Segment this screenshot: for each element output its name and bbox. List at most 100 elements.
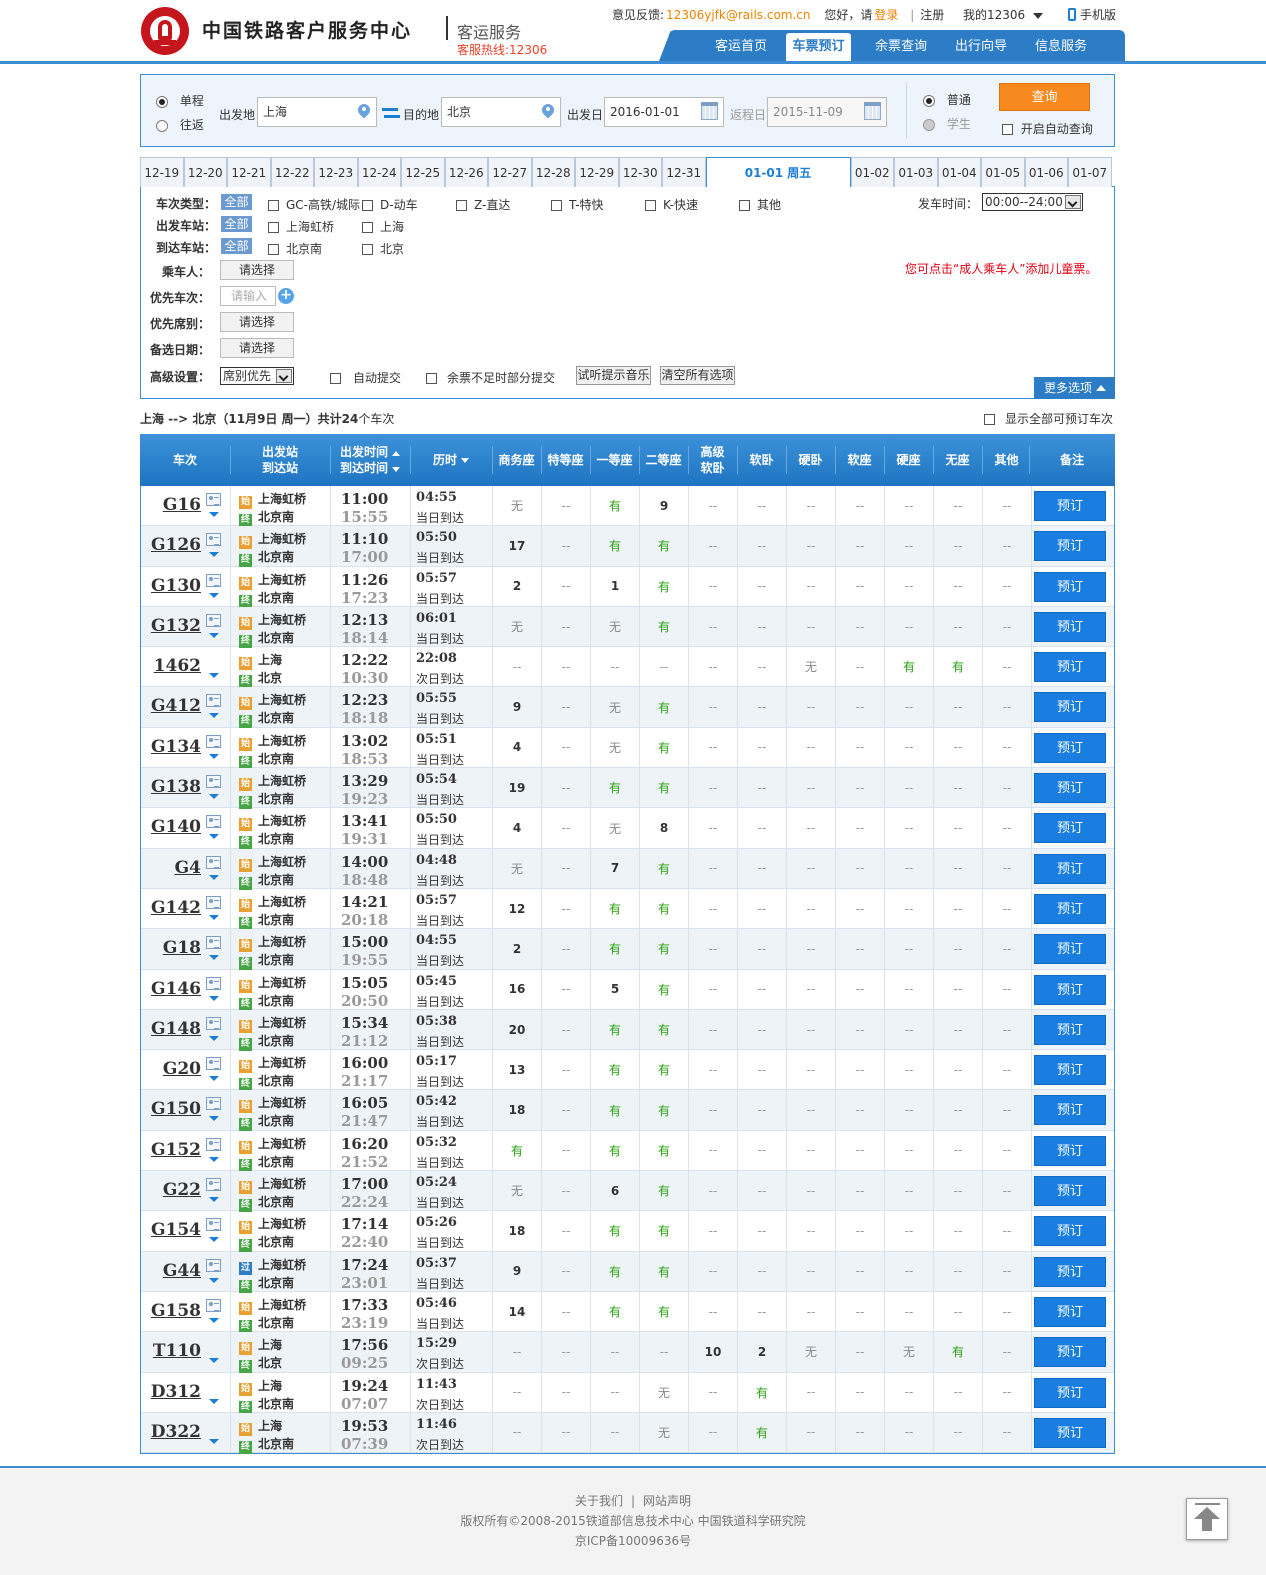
train-number-link[interactable]: G20 [163, 1059, 201, 1079]
date-tab[interactable]: 12-29 [575, 157, 619, 187]
book-button[interactable]: 预订 [1034, 934, 1106, 965]
train-number-link[interactable]: G130 [151, 576, 201, 596]
expand-stops-icon[interactable] [209, 1317, 219, 1323]
railway-logo-icon[interactable] [141, 7, 189, 55]
seat-availability[interactable]: 18 [493, 1211, 542, 1251]
seat-availability[interactable]: 有 [591, 486, 640, 526]
seat-availability[interactable]: 7 [591, 848, 640, 888]
train-number-link[interactable]: G150 [151, 1099, 201, 1119]
book-button[interactable]: 预订 [1034, 1377, 1106, 1408]
date-tab[interactable]: 01-02 [850, 157, 894, 187]
expand-stops-icon[interactable] [209, 1197, 219, 1203]
to-station-option[interactable]: 北京 [362, 240, 404, 257]
book-button[interactable]: 预订 [1034, 732, 1106, 763]
date-tab[interactable]: 01-06 [1024, 157, 1068, 187]
seat-availability[interactable]: 16 [493, 969, 542, 1009]
book-button[interactable]: 预订 [1034, 491, 1106, 521]
seat-availability[interactable]: 1 [591, 566, 640, 606]
book-button[interactable]: 预订 [1034, 1095, 1106, 1126]
round-trip-radio[interactable]: 往返 [156, 116, 204, 133]
from-input[interactable]: 上海 [257, 97, 377, 127]
book-button[interactable]: 预订 [1034, 611, 1106, 642]
seat-availability[interactable]: 5 [591, 969, 640, 1009]
seat-availability[interactable]: 2 [493, 929, 542, 969]
book-button[interactable]: 预订 [1034, 773, 1106, 804]
expand-stops-icon[interactable] [209, 995, 219, 1001]
depart-date-input[interactable]: 2016-01-01 [604, 97, 724, 127]
nav-ticket-booking[interactable]: 车票预订 [786, 33, 851, 61]
seat-availability[interactable]: 有 [591, 888, 640, 929]
seat-availability[interactable]: 8 [640, 808, 689, 848]
train-number-link[interactable]: G138 [151, 777, 201, 797]
train-number-link[interactable]: D312 [151, 1382, 201, 1402]
seat-availability[interactable]: 2 [493, 566, 542, 606]
seat-availability[interactable]: 有 [591, 929, 640, 969]
nav-travel-guide[interactable]: 出行向导 [941, 33, 1021, 61]
partial-submit-checkbox[interactable]: 余票不足时部分提交 [426, 369, 555, 386]
back-to-top-icon[interactable] [1186, 1498, 1228, 1540]
train-type-all[interactable]: 全部 [221, 194, 252, 210]
priority-seat-select-button[interactable]: 请选择 [220, 312, 294, 332]
train-number-link[interactable]: D322 [151, 1422, 201, 1442]
seat-availability[interactable]: 有 [591, 1130, 640, 1171]
seat-availability[interactable]: 有 [640, 929, 689, 969]
seat-availability[interactable]: 有 [591, 768, 640, 808]
seat-availability[interactable]: 14 [493, 1291, 542, 1332]
query-button[interactable]: 查询 [999, 83, 1090, 111]
type-k-checkbox[interactable]: K-快速 [645, 196, 698, 213]
seat-availability[interactable]: 有 [640, 727, 689, 768]
advanced-select[interactable]: 席别优先 [220, 367, 294, 385]
seat-availability[interactable]: 有 [640, 687, 689, 727]
seat-availability[interactable]: 12 [493, 888, 542, 929]
from-station-all[interactable]: 全部 [221, 216, 252, 232]
seat-availability[interactable]: 有 [640, 1171, 689, 1211]
train-number-link[interactable]: G140 [151, 817, 201, 837]
train-number-link[interactable]: G18 [163, 938, 201, 958]
seat-availability[interactable]: 有 [640, 1050, 689, 1090]
expand-stops-icon[interactable] [209, 955, 219, 961]
expand-stops-icon[interactable] [209, 552, 219, 558]
feedback-mail-link[interactable]: 12306yjfk@rails.com.cn [666, 8, 810, 22]
expand-stops-icon[interactable] [209, 1076, 219, 1082]
seat-availability[interactable]: 有 [591, 1291, 640, 1332]
my12306-menu[interactable]: 我的12306 [963, 6, 1044, 23]
train-number-link[interactable]: G16 [163, 495, 201, 515]
calendar-icon[interactable] [701, 102, 718, 120]
book-button[interactable]: 预订 [1034, 1216, 1106, 1247]
auto-query-checkbox[interactable]: 开启自动查询 [1002, 120, 1093, 137]
more-options-button[interactable]: 更多选项 [1034, 377, 1115, 399]
type-other-checkbox[interactable]: 其他 [739, 196, 781, 213]
book-button[interactable]: 预订 [1034, 1256, 1106, 1287]
expand-stops-icon[interactable] [209, 1358, 219, 1364]
about-link[interactable]: 关于我们 [575, 1494, 623, 1508]
train-number-link[interactable]: G152 [151, 1140, 201, 1160]
expand-stops-icon[interactable] [209, 1156, 219, 1162]
train-number-link[interactable]: G412 [151, 696, 201, 716]
to-station-all[interactable]: 全部 [221, 238, 252, 254]
book-button[interactable]: 预订 [1034, 1176, 1106, 1207]
expand-stops-icon[interactable] [209, 1237, 219, 1243]
book-button[interactable]: 预订 [1034, 974, 1106, 1005]
seat-availability[interactable]: 有 [640, 1291, 689, 1332]
seat-availability[interactable]: 4 [493, 727, 542, 768]
train-number-link[interactable]: G154 [151, 1220, 201, 1240]
expand-stops-icon[interactable] [209, 1398, 219, 1404]
book-button[interactable]: 预订 [1034, 571, 1106, 602]
to-station-option[interactable]: 北京南 [268, 240, 322, 257]
date-tab[interactable]: 12-30 [618, 157, 662, 187]
train-number-link[interactable]: G134 [151, 737, 201, 757]
date-tab[interactable]: 12-22 [270, 157, 314, 187]
seat-availability[interactable]: 10 [689, 1332, 738, 1372]
alt-date-select-button[interactable]: 请选择 [220, 338, 294, 358]
seat-availability[interactable]: 18 [493, 1090, 542, 1130]
book-button[interactable]: 预订 [1034, 1417, 1106, 1448]
train-number-link[interactable]: G158 [151, 1301, 201, 1321]
depart-time-select[interactable]: 00:00--24:00 [982, 193, 1083, 211]
seat-availability[interactable]: 有 [640, 848, 689, 888]
to-input[interactable]: 北京 [441, 97, 561, 127]
col-times[interactable]: 出发时间 到达时间 [330, 434, 410, 486]
book-button[interactable]: 预订 [1034, 1296, 1106, 1327]
book-button[interactable]: 预订 [1034, 1055, 1106, 1086]
try-music-button[interactable]: 试听提示音乐 [576, 366, 651, 385]
train-number-link[interactable]: T110 [153, 1341, 201, 1361]
